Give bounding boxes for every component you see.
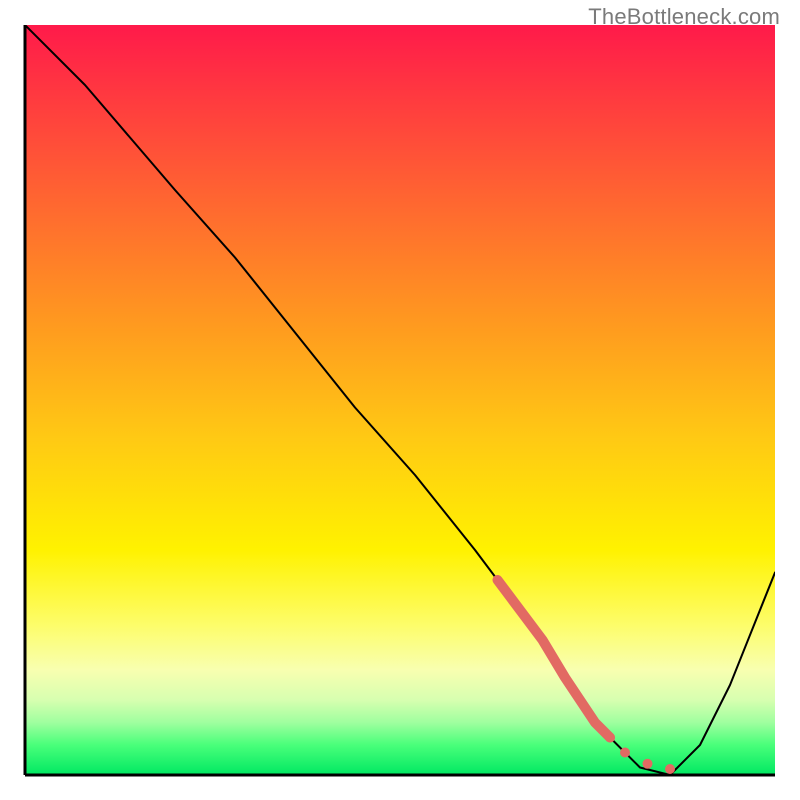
highlight-dot: [620, 748, 630, 758]
bottleneck-curve-path: [25, 25, 775, 775]
highlight-dot: [665, 764, 675, 774]
chart-container: TheBottleneck.com: [0, 0, 800, 800]
chart-overlay: [25, 25, 775, 775]
highlight-dot: [605, 733, 615, 743]
bottleneck-curve: [25, 25, 775, 775]
highlight-segment: [498, 580, 676, 774]
highlight-solid-path: [498, 580, 611, 738]
highlight-dot: [643, 759, 653, 769]
